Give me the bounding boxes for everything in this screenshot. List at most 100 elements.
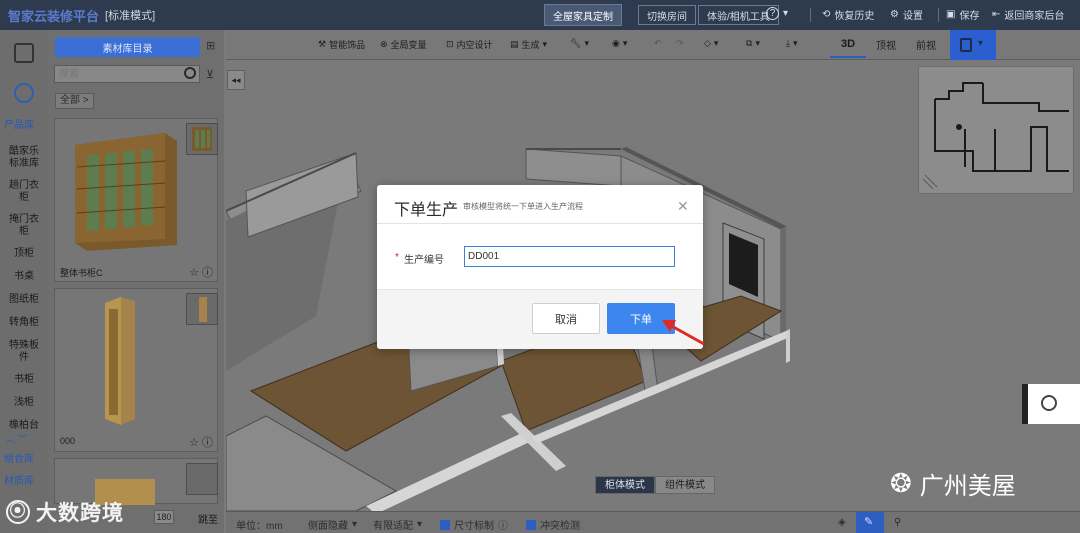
copy-button[interactable]: ⧉ ▾ xyxy=(746,38,760,49)
interior-design-button[interactable]: ⊡ 内空设计 xyxy=(446,38,493,51)
side-tab-handle[interactable] xyxy=(1022,384,1028,424)
snap-select[interactable]: 有限适配 ▾ xyxy=(373,517,422,532)
wrench-tool-button[interactable]: 🔧︎ ▾ xyxy=(570,38,589,49)
chevron-down-icon: ▾ xyxy=(783,8,789,19)
help-button[interactable]: ? ▾ xyxy=(766,7,788,20)
redo-icon: ↷ xyxy=(676,38,684,48)
product-card[interactable]: 000 ☆ ⓘ xyxy=(54,288,218,452)
cube-icon[interactable] xyxy=(14,43,34,63)
mic-icon[interactable]: ⚲ xyxy=(894,517,901,528)
download-button[interactable]: ⤓ ▾ xyxy=(786,38,798,49)
save-button[interactable]: ▣ 保存 xyxy=(946,7,979,22)
download-icon: ⤓ xyxy=(786,38,790,48)
settings-button[interactable]: ⚙ 设置 xyxy=(890,7,923,22)
collision-toggle[interactable]: 冲突检测 xyxy=(526,517,580,532)
catalog-button[interactable]: 素材库目录 xyxy=(55,37,200,57)
tab-3d-view[interactable]: 3D xyxy=(830,32,866,58)
brush-icon: ✎ xyxy=(864,516,874,528)
cabinet-mode-button[interactable]: 柜体模式 xyxy=(595,476,655,494)
history-button[interactable]: ⟲ 恢复历史 xyxy=(822,7,874,22)
cancel-button[interactable]: 取消 xyxy=(532,303,600,334)
box-icon[interactable]: ◈ xyxy=(838,517,846,528)
eraser-button[interactable]: ◇ ▾ xyxy=(704,38,718,49)
close-icon[interactable]: ✕ xyxy=(677,198,689,215)
frame-icon: ⊡ xyxy=(446,39,454,49)
dimension-label: 尺寸标制 xyxy=(454,521,494,532)
back-to-backend-button[interactable]: ⇤ 返回商家后台 xyxy=(992,7,1064,22)
group-library-link[interactable]: 组合库 xyxy=(4,450,34,465)
tab-front-view[interactable]: 前视 xyxy=(916,37,936,52)
floor-plan-minimap[interactable] xyxy=(918,66,1074,194)
star-icon[interactable]: ☆ xyxy=(189,437,199,449)
product-library-icon[interactable] xyxy=(14,83,34,103)
wechat-icon: ❂ xyxy=(890,468,912,498)
divider xyxy=(938,8,939,22)
thumbnail[interactable] xyxy=(186,293,218,325)
component-mode-button[interactable]: 组件模式 xyxy=(655,476,715,494)
tab-top-view[interactable]: 顶视 xyxy=(876,37,896,52)
paint-tool-button[interactable]: ✎ xyxy=(856,512,884,533)
watermark-right-text: 广州美屋 xyxy=(919,473,1016,500)
save-icon: ▣ xyxy=(946,9,956,20)
rail-item-drawing-cabinet[interactable]: 图纸柜 xyxy=(8,294,40,306)
smart-decor-button[interactable]: ⚒ 智能饰品 xyxy=(318,38,365,51)
checkbox[interactable] xyxy=(440,519,450,530)
dimension-toggle[interactable]: 尺寸标制 ⓘ xyxy=(440,517,508,532)
rail-item-standard-lib[interactable]: 酷家乐标准库 xyxy=(8,146,40,170)
chevron-down-icon: ▾ xyxy=(978,38,984,49)
status-bar: 单位：mm 侧面隐藏 ▾ 有限适配 ▾ 尺寸标制 ⓘ 冲突检测 ◈ ✎ ⚲ xyxy=(226,511,1080,533)
rail-item-bookcase[interactable]: 书柜 xyxy=(8,374,40,386)
chevron-down-icon: ▾ xyxy=(622,38,628,48)
wall-hide-select[interactable]: 侧面隐藏 ▾ xyxy=(308,517,357,532)
generate-button[interactable]: ▤ 生成 ▾ xyxy=(510,38,547,51)
rail-item-sliding-wardrobe[interactable]: 趟门衣柜 xyxy=(8,180,40,204)
help-icon: ⓘ xyxy=(498,521,508,532)
switch-room-button[interactable]: 切换房间 xyxy=(638,5,696,25)
order-production-button[interactable]: ▾ xyxy=(950,30,996,60)
star-icon[interactable]: ☆ xyxy=(189,267,199,279)
rail-item-special-board[interactable]: 特殊板件 xyxy=(8,340,40,364)
floor-plan-drawing xyxy=(922,82,1069,190)
logo-icon: ⦿ xyxy=(6,500,30,524)
visibility-button[interactable]: ◉ ▾ xyxy=(612,38,627,49)
chevron-up-icon[interactable]: ︿ ﹀ xyxy=(6,432,27,445)
jump-to-page-label[interactable]: 跳至 xyxy=(198,511,218,526)
product-card[interactable]: 整体书柜C ☆ ⓘ xyxy=(54,118,218,282)
info-icon[interactable]: ⓘ xyxy=(202,267,213,279)
page-size-input[interactable]: 180 xyxy=(154,510,174,524)
rail-item-hinged-wardrobe[interactable]: 掩门衣柜 xyxy=(8,214,40,238)
toolbar-label: 生成 xyxy=(521,40,540,50)
undo-button[interactable]: ↶ xyxy=(654,38,662,49)
tab-whole-house-custom[interactable]: 全屋家具定制 xyxy=(544,4,622,26)
rail-item-desk[interactable]: 书桌 xyxy=(8,271,40,283)
collision-label: 冲突检测 xyxy=(540,521,580,532)
watermark-left: ⦿ 大数跨境 xyxy=(6,497,124,527)
wrench-icon: 🔧︎ xyxy=(570,38,582,48)
rail-item-corner-cabinet[interactable]: 转角柜 xyxy=(8,317,40,329)
rail-item-table[interactable]: 橡柏台 xyxy=(8,420,40,432)
search-input[interactable] xyxy=(54,65,200,83)
breadcrumb[interactable]: 全部 > xyxy=(55,93,94,109)
product-panel: 素材库目录 ⊞ ⊻ 全部 > 整体书柜C ☆ ⓘ xyxy=(48,30,224,533)
wall-hide-label: 侧面隐藏 xyxy=(308,521,348,532)
material-library-link[interactable]: 材质库 xyxy=(4,472,34,487)
history-icon: ⟲ xyxy=(822,9,831,20)
checkbox[interactable] xyxy=(526,519,536,530)
layout-toggle-icon[interactable]: ⊞ xyxy=(206,39,220,53)
product-library-title[interactable]: 产品库 xyxy=(4,116,34,131)
rail-item-top-cabinet[interactable]: 顶柜 xyxy=(8,248,40,260)
experience-tools-label: 体验/相机工具 xyxy=(707,11,770,23)
toolbar-label: 内空设计 xyxy=(456,40,493,50)
info-icon[interactable]: ⓘ xyxy=(202,437,213,449)
rail-item-shallow-cabinet[interactable]: 浅柜 xyxy=(8,397,40,409)
redo-button[interactable]: ↷ xyxy=(676,38,684,49)
search-icon[interactable] xyxy=(184,67,196,79)
chevron-down-icon: ▾ xyxy=(584,38,589,48)
production-number-input[interactable] xyxy=(464,246,675,267)
thumbnail[interactable] xyxy=(186,123,218,155)
filter-icon[interactable]: ⊻ xyxy=(206,68,214,81)
global-variable-button[interactable]: ⊗ 全局变量 xyxy=(380,38,427,51)
side-search-tab[interactable] xyxy=(1022,384,1080,424)
settings-label: 设置 xyxy=(902,11,923,22)
thumbnail[interactable] xyxy=(186,463,218,495)
